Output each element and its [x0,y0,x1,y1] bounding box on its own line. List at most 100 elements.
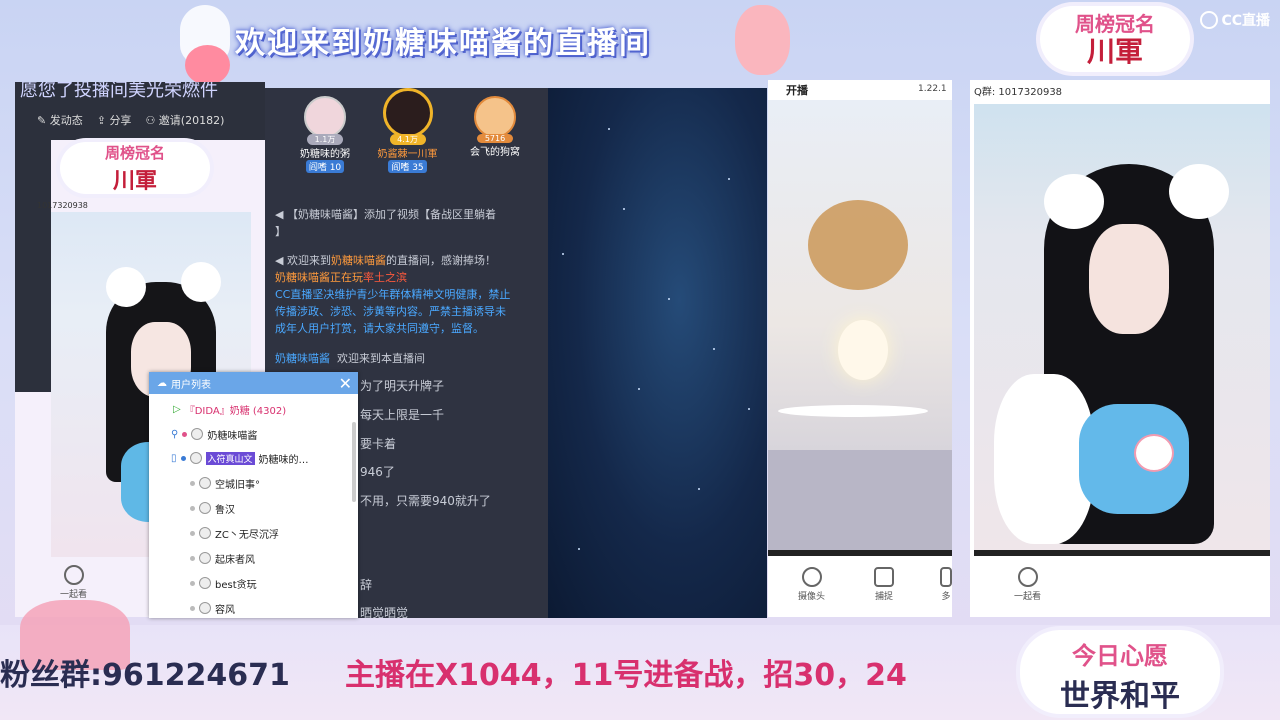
film-icon [63,565,84,585]
avatar-icon [199,477,211,489]
speaker-icon: ◀ [275,208,287,221]
invite-button[interactable]: ⚇ 邀请(20182) [145,112,224,128]
left-toolbar: ✎ 发动态 ⇪ 分享 ⚇ 邀请(20182) [37,112,224,128]
avatar-icon [199,577,211,589]
avatar-icon [191,428,204,440]
avatar-icon [199,552,211,564]
user-list-item[interactable]: 空城旧事° [190,474,260,492]
user-list-item[interactable]: ⚲ 奶糖味喵酱 [171,425,257,443]
location-icon: ⚲ [171,428,179,440]
pampas-grass [808,200,908,290]
right-watch-together-button[interactable]: 一起看 [1014,567,1041,602]
user-list-scrollbar[interactable] [352,422,356,502]
mid-id-text: 1.22.1 [918,84,947,94]
cat-ear-right [181,262,221,302]
weekly-top-card: 周榜冠名 川軍 [1040,6,1190,72]
chat-notice-line: CC直播坚决维护青少年群体精神文明健康，禁止 [275,288,511,301]
left-qq-group: 1017320938 [37,201,88,210]
inner-weekly-top-name: 川軍 [112,168,157,194]
left-window-header: 愿您了投播间美光荣燃件 ✎ 发动态 ⇪ 分享 ⚇ 邀请(20182) [15,82,265,140]
marquee-text: 主播在X1044，11号进备战，招30，24 [345,658,907,693]
avatar [474,96,516,138]
chat-system-line: ◀ 【奶糖味喵酱】添加了视频【备战区里躺着 [275,208,496,221]
leader-item[interactable]: 4.1万 奶酱棘一川軍 阎嗜 35 [370,88,445,173]
user-badge: 入符真山文 [205,451,255,465]
leader-item[interactable]: 5716 会飞的狗窝 [460,96,530,158]
cat-ear-left [106,267,146,307]
user-list-item[interactable]: ZC丶无尽沉浮 [190,524,279,542]
cat-ear-right [1169,164,1229,219]
capture-icon [874,567,894,587]
divider [974,550,1270,556]
header-partial-text: 愿您了投播间美光荣燃件 [20,82,218,101]
film-icon [1017,567,1038,587]
chat-message: 要卡着 [360,437,397,451]
weekly-top-name: 川軍 [1086,35,1143,68]
leader-name: 奶糖味的粥 [300,149,350,160]
streamer-video [974,104,1270,550]
chat-message: 946了 [360,465,395,479]
chat-username[interactable]: 奶糖味喵酱 [275,352,330,365]
user-list-item[interactable]: ▯ 入符真山文 奶糖味的… [171,449,309,467]
avatar [304,96,346,138]
cloud-icon: ☁ [157,377,167,389]
share-icon: ⇪ [96,114,110,127]
inner-weekly-top-label: 周榜冠名 [104,144,165,162]
rug [768,450,952,550]
right-camera-window: Q群: 1017320938 一起看 [970,80,1270,617]
user-list-item[interactable]: 容风 [190,599,235,617]
leader-level: 阎嗜 35 [388,160,427,173]
user-list-popup: ☁ 用户列表 ✕ ▷ 『DIDA』奶糖 (4302) ⚲ 奶糖味喵酱 ▯ 入符真山文奶… [149,372,358,618]
user-list-item[interactable]: ▷ 『DIDA』奶糖 (4302) [173,400,286,418]
chat-notice-line: 成年人用户打赏，请大家共同遵守，监督。 [275,322,484,335]
avatar-icon [199,527,211,539]
leader-level: 阎嗜 10 [305,160,345,173]
leader-name: 会飞的狗窝 [470,147,520,158]
face-shape [1089,224,1169,334]
inner-weekly-top-card: 周榜冠名 川軍 [60,142,210,194]
leader-name: 奶酱棘一川軍 [377,149,438,160]
more-button[interactable]: 多 [940,567,952,602]
speaker-icon: ◀ [275,254,287,267]
decor-strawberry [185,45,230,85]
close-icon[interactable]: ✕ [339,374,352,393]
capture-button[interactable]: 捕捉 [874,567,894,602]
share-button[interactable]: ⇪ 分享 [97,112,132,128]
user-list-header: ☁ 用户列表 ✕ [149,372,358,394]
chat-message: 晒觉晒觉 [360,606,409,620]
avatar-icon [199,502,211,514]
avatar-icon [189,452,202,464]
banner-title: 欢迎来到奶糖味喵酱的直播间 [235,26,651,61]
chat-message: 每天上限是一千 [360,408,445,422]
leader-score: 4.1万 [389,134,426,145]
brand-logo: CC直播 [1200,10,1270,30]
leaderboard: 1.1万 奶糖味的粥 阎嗜 10 4.1万 奶酱棘一川軍 阎嗜 35 5716 … [290,88,540,186]
user-list-item[interactable]: best贪玩 [190,574,257,592]
leader-score: 5716 [477,134,513,143]
weekly-top-label: 周榜冠名 [1075,12,1155,36]
chat-playing-line: 奶糖味喵酱正在玩率土之滨 [275,271,407,284]
chat-message: 为了明天升牌子 [360,379,445,393]
go-live-label: 开播 [786,84,808,97]
decor-bear [735,5,790,75]
divider [768,550,952,556]
phone-icon: ▯ [171,452,177,464]
user-list-item[interactable]: 鲁汉 [190,499,235,517]
user-list-item[interactable]: 起床者风 [190,549,255,567]
user-icon: ⚇ [145,114,159,127]
chat-message: 不用，只需要940就升了 [360,494,491,508]
chat-system-line: 】 [275,225,286,238]
paw-pendant [1134,434,1174,472]
leader-score: 1.1万 [307,134,343,145]
multi-icon [940,567,952,587]
camera-button[interactable]: 摄像头 [798,567,825,602]
chat-greet-line: 奶糖味喵酱 欢迎来到本直播间 [275,352,425,365]
chat-message: 辞 [360,578,373,592]
daily-wish-card: 今日心愿 世界和平 [1020,630,1220,714]
leader-item[interactable]: 1.1万 奶糖味的粥 阎嗜 10 [290,96,360,173]
cat-ear-left [1044,174,1104,229]
left-watch-together-button[interactable]: 一起看 [60,565,87,600]
post-dynamic-button[interactable]: ✎ 发动态 [37,112,83,128]
side-table [778,405,928,417]
daily-wish-label: 今日心愿 [1072,641,1168,670]
